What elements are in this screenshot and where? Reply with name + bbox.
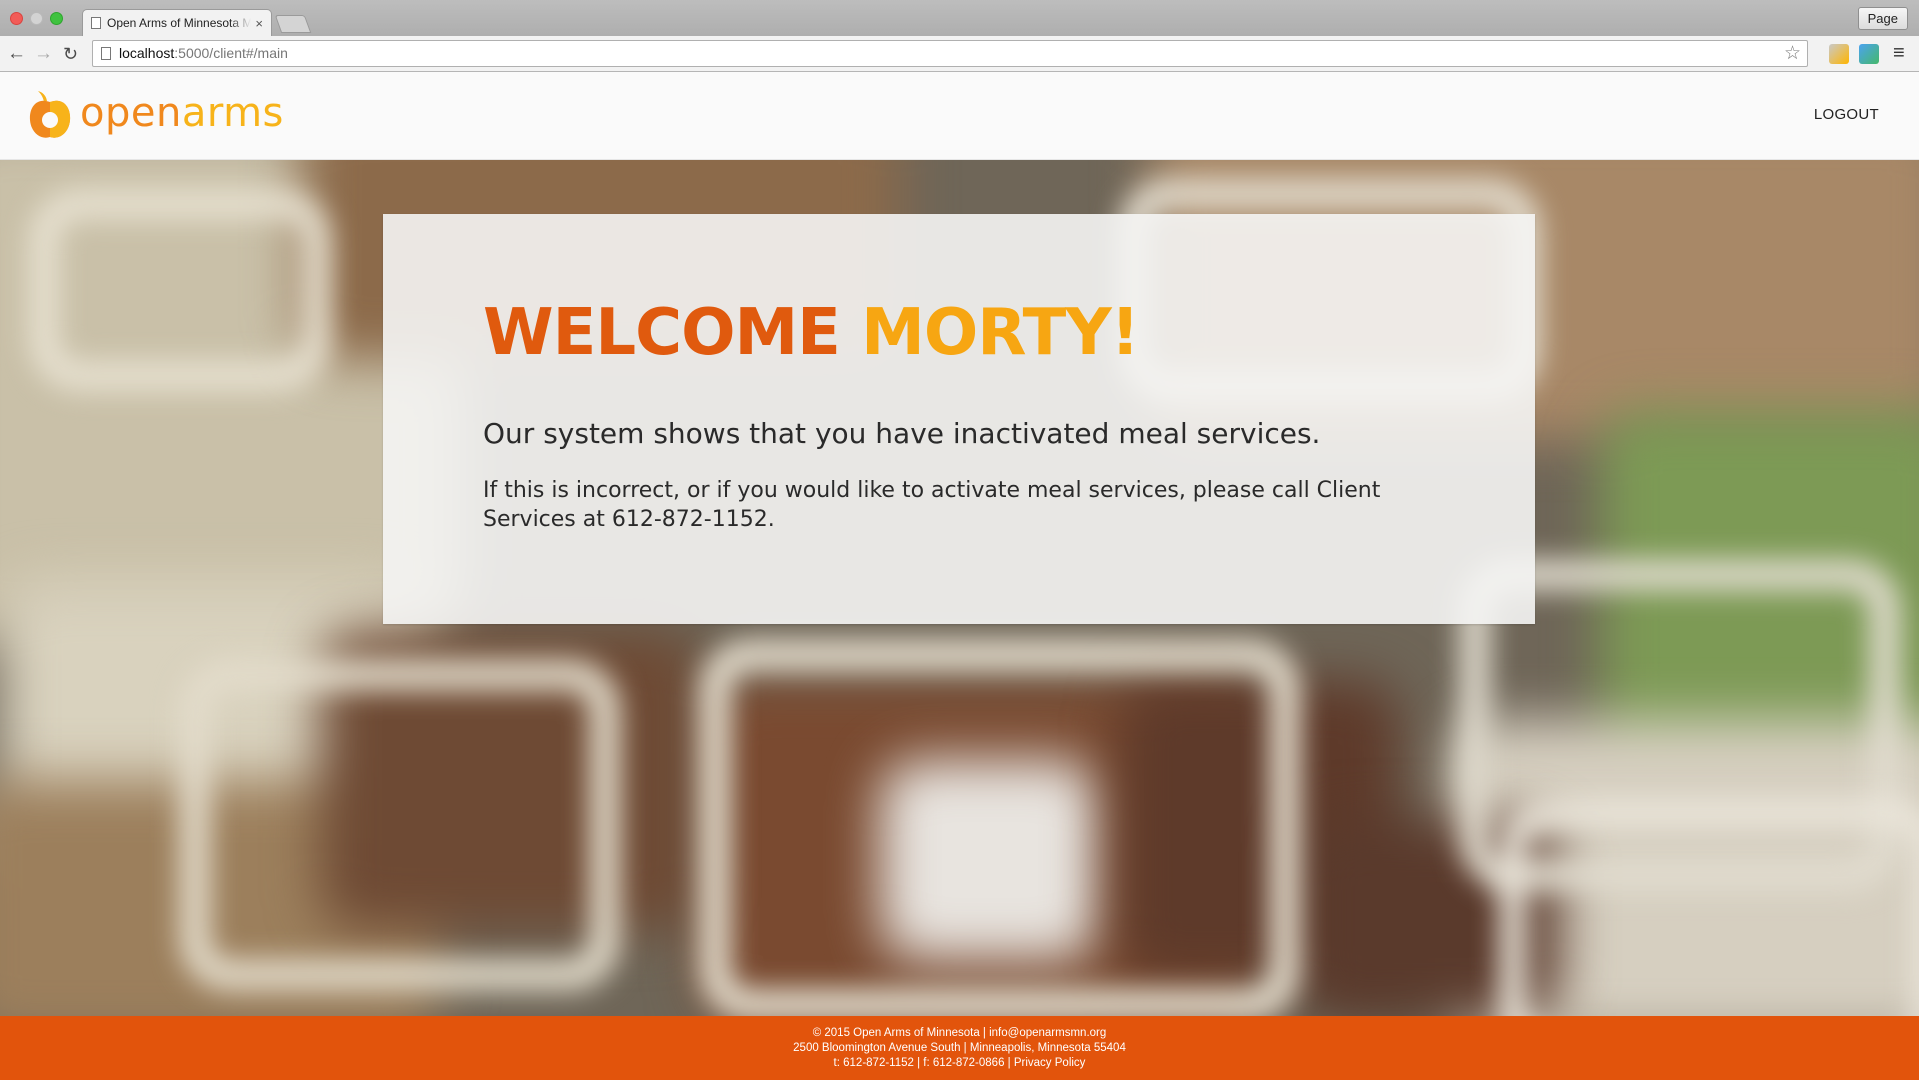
hero-section: WELCOME MORTY! Our system shows that you…	[0, 160, 1919, 1016]
email-link[interactable]: info@openarmsmn.org	[989, 1027, 1106, 1039]
browser-toolbar: ← → ↻ localhost:5000/client#/main ☆ ≡	[0, 36, 1919, 72]
site-footer: © 2015 Open Arms of Minnesota | info@ope…	[0, 1016, 1919, 1080]
apple-logo-icon	[29, 91, 71, 138]
tab-close-icon[interactable]: ×	[255, 16, 263, 31]
welcome-heading: WELCOME MORTY!	[483, 298, 1435, 368]
url-host: localhost	[119, 45, 175, 61]
forward-arrow-icon[interactable]: →	[34, 44, 53, 64]
extension-icon[interactable]	[1829, 44, 1849, 64]
address-bar[interactable]: localhost:5000/client#/main ☆	[92, 40, 1808, 67]
logo-arms-text: arms	[181, 90, 284, 136]
logo-wordmark: openarms	[80, 90, 284, 136]
openarms-logo[interactable]: openarms	[29, 87, 284, 141]
browser-tab[interactable]: Open Arms of Minnesota Meal Services ×	[82, 9, 272, 36]
close-window-icon[interactable]	[10, 12, 23, 25]
phone-numbers: t: 612-872-1152 | f: 612-872-0866 |	[833, 1057, 1014, 1069]
extension-icon[interactable]	[1859, 44, 1879, 64]
privacy-policy-link[interactable]: Privacy Policy	[1014, 1057, 1086, 1069]
contact-instructions: If this is incorrect, or if you would li…	[483, 478, 1381, 532]
site-header: openarms LOGOUT	[0, 72, 1919, 160]
maximize-window-icon[interactable]	[50, 12, 63, 25]
copyright-text: © 2015 Open Arms of Minnesota |	[812, 1027, 990, 1039]
client-name: MORTY!	[861, 296, 1140, 370]
new-tab-button[interactable]	[274, 15, 312, 33]
reload-icon[interactable]: ↻	[63, 44, 78, 64]
minimize-window-icon[interactable]	[30, 12, 43, 25]
footer-address: 2500 Bloomington Avenue South | Minneapo…	[793, 1042, 1126, 1054]
browser-tab-bar: Open Arms of Minnesota Meal Services × P…	[0, 0, 1919, 36]
footer-line-1: © 2015 Open Arms of Minnesota | info@ope…	[0, 1026, 1919, 1041]
browser-menu-icon[interactable]: ≡	[1893, 43, 1905, 63]
logout-link[interactable]: LOGOUT	[1814, 106, 1879, 123]
tab-title: Open Arms of Minnesota Meal Services	[107, 16, 252, 30]
url-path: :5000/client#/main	[174, 45, 288, 61]
footer-line-3: t: 612-872-1152 | f: 612-872-0866 | Priv…	[0, 1056, 1919, 1071]
welcome-word: WELCOME	[483, 296, 841, 370]
bookmark-star-icon[interactable]: ☆	[1784, 41, 1801, 66]
page-info-icon[interactable]	[101, 47, 111, 60]
back-arrow-icon[interactable]: ←	[7, 44, 26, 64]
welcome-card: WELCOME MORTY! Our system shows that you…	[383, 214, 1535, 624]
page-icon	[91, 17, 101, 29]
status-message: Our system shows that you have inactivat…	[483, 417, 1321, 450]
page-button[interactable]: Page	[1857, 7, 1908, 30]
logo-open-text: open	[80, 90, 182, 136]
